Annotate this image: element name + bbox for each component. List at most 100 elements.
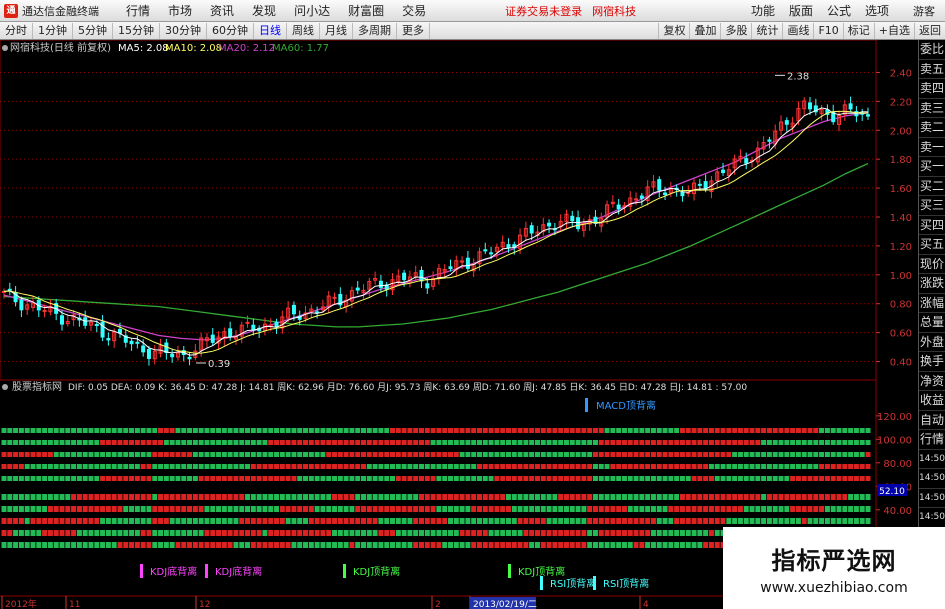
menu-discover[interactable]: 发现 (252, 2, 276, 19)
tab-more[interactable]: 更多 (397, 22, 430, 39)
signal-cell (807, 494, 813, 500)
signal-cell (297, 464, 303, 469)
signal-cell (587, 428, 593, 433)
tab-60min[interactable]: 60分钟 (207, 22, 254, 39)
side-panel-item[interactable]: 外盘 (919, 333, 945, 352)
side-panel-item[interactable]: 卖二 (919, 118, 945, 138)
tab-daily[interactable]: 日线 (254, 22, 287, 39)
menu-quotes[interactable]: 行情 (126, 2, 150, 19)
menu-options[interactable]: 选项 (865, 2, 889, 19)
menu-function[interactable]: 功能 (751, 2, 775, 19)
side-panel-item[interactable]: 卖一 (919, 138, 945, 157)
side-panel-item[interactable]: 卖三 (919, 99, 945, 118)
signal-cell (517, 452, 523, 457)
side-panel-item[interactable]: 买三 (919, 196, 945, 216)
side-panel-item[interactable]: 净资 (919, 372, 945, 391)
side-panel-item[interactable]: 14:50 (919, 450, 945, 469)
signal-cell (737, 476, 743, 481)
tab-timeshare[interactable]: 分时 (0, 22, 33, 39)
side-panel-item[interactable]: 买五 (919, 235, 945, 255)
tab-monthly[interactable]: 月线 (320, 22, 353, 39)
menu-trade[interactable]: 交易 (402, 2, 426, 19)
menu-market[interactable]: 市场 (168, 2, 192, 19)
signal-cell (268, 530, 274, 536)
signal-cell (511, 530, 517, 536)
multi-stock-button[interactable]: 多股 (720, 22, 751, 39)
draw-line-button[interactable]: 画线 (782, 22, 813, 39)
signal-cell (511, 506, 517, 512)
tab-30min[interactable]: 30分钟 (160, 22, 207, 39)
side-panel-item[interactable]: 卖五 (919, 60, 945, 79)
back-button[interactable]: 返回 (914, 22, 945, 39)
price-tick-label: 1.40 (890, 213, 912, 224)
watermark: 指标严选网 www.xuezhibiao.com (723, 527, 945, 609)
menu-layout[interactable]: 版面 (789, 2, 813, 19)
signal-cell (117, 464, 123, 469)
signal-cell (372, 428, 378, 433)
signal-cell (592, 518, 598, 524)
signal-cell (187, 518, 193, 524)
add-watchlist-button[interactable]: +自选 (873, 22, 914, 39)
signal-cell (534, 518, 540, 524)
signal-cell (761, 494, 767, 500)
signal-cell (366, 518, 372, 524)
signal-cell (616, 494, 622, 500)
tab-multi-period[interactable]: 多周期 (353, 22, 397, 39)
signal-cell (18, 530, 24, 536)
signal-cell (13, 464, 19, 469)
statistics-button[interactable]: 统计 (751, 22, 782, 39)
tab-1min[interactable]: 1分钟 (33, 22, 73, 39)
overlay-button[interactable]: 叠加 (689, 22, 720, 39)
signal-cell (529, 476, 535, 481)
side-panel-item[interactable]: 委比 (919, 40, 945, 60)
price-tick-label: 1.00 (890, 271, 912, 282)
side-panel-item[interactable]: 买二 (919, 177, 945, 196)
side-panel-item[interactable]: 换手 (919, 352, 945, 372)
signal-cell (552, 494, 558, 500)
signal-cell (581, 464, 587, 469)
kline-chart[interactable]: 网宿科技(日线 前复权) MA5: 2.08MA10: 2.08MA20: 2.1… (0, 40, 918, 609)
signal-cell (587, 452, 593, 457)
side-panel-item[interactable]: 14:50 (919, 469, 945, 489)
side-panel-item[interactable]: 买一 (919, 157, 945, 177)
guest-label[interactable]: 游客 (913, 3, 935, 19)
signal-cell (778, 506, 784, 512)
signal-cell (285, 464, 291, 469)
candle-body (100, 321, 105, 338)
side-panel-item[interactable]: 涨跌 (919, 274, 945, 294)
signal-cell (714, 542, 720, 548)
tab-weekly[interactable]: 周线 (287, 22, 320, 39)
side-panel-item[interactable]: 14:50 (919, 489, 945, 508)
side-panel-item[interactable]: 自动 (919, 411, 945, 430)
signal-cell (221, 428, 227, 433)
side-panel-item[interactable]: 卖四 (919, 79, 945, 99)
signal-cell (94, 452, 100, 457)
side-panel-item[interactable]: 收益 (919, 391, 945, 411)
menu-formula[interactable]: 公式 (827, 2, 851, 19)
side-panel-item[interactable]: 14:50 (919, 508, 945, 528)
signal-cell (332, 440, 338, 445)
side-panel-item[interactable]: 涨幅 (919, 294, 945, 313)
tab-15min[interactable]: 15分钟 (113, 22, 160, 39)
signal-cell (476, 518, 482, 524)
tab-5min[interactable]: 5分钟 (73, 22, 113, 39)
signal-cell (726, 494, 732, 500)
signal-cell (163, 506, 169, 512)
signal-cell (546, 452, 552, 457)
login-notice[interactable]: 证券交易未登录 (505, 3, 582, 19)
menu-wealth[interactable]: 财富圈 (348, 2, 384, 19)
side-panel-item[interactable]: 现价 (919, 255, 945, 274)
signal-cell (291, 440, 297, 445)
signal-cell (766, 440, 772, 445)
candles-group (2, 96, 870, 366)
side-panel-item[interactable]: 行情 (919, 430, 945, 450)
mark-button[interactable]: 标记 (842, 22, 874, 39)
f10-button[interactable]: F10 (813, 22, 842, 39)
signal-cell (633, 464, 639, 469)
menu-ask[interactable]: 问小达 (294, 2, 330, 19)
signal-cell (216, 494, 222, 500)
restore-button[interactable]: 复权 (658, 22, 689, 39)
side-panel-item[interactable]: 买四 (919, 216, 945, 235)
menu-news[interactable]: 资讯 (210, 2, 234, 19)
side-panel-item[interactable]: 总量 (919, 313, 945, 333)
